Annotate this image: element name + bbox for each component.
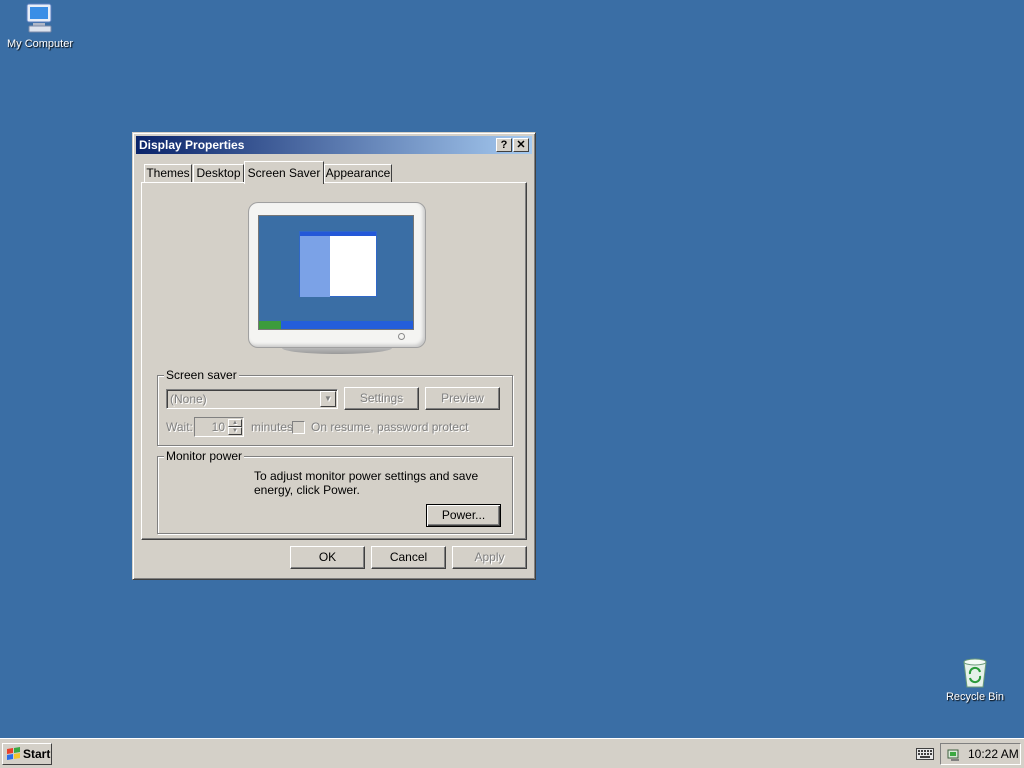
chevron-down-icon[interactable]: ▼ bbox=[320, 391, 336, 407]
preview-taskbar bbox=[259, 321, 413, 329]
group-label: Monitor power bbox=[164, 449, 245, 463]
start-label: Start bbox=[23, 747, 51, 761]
help-button[interactable]: ? bbox=[496, 138, 512, 152]
system-tray: 10:22 AM bbox=[940, 743, 1021, 765]
window-title: Display Properties bbox=[139, 138, 245, 152]
wait-minutes-stepper[interactable]: 10 ▲ ▼ bbox=[194, 417, 244, 437]
password-protect-label: On resume, password protect bbox=[311, 420, 469, 434]
display-properties-window: Display Properties ? ✕ Themes Desktop Sc… bbox=[132, 132, 536, 580]
wait-label: Wait: bbox=[166, 420, 193, 434]
my-computer-icon bbox=[26, 3, 52, 33]
preview-screen bbox=[258, 215, 414, 330]
tab-appearance[interactable]: Appearance bbox=[324, 164, 392, 183]
desktop-icon-label: Recycle Bin bbox=[945, 691, 1005, 703]
windows-logo-icon bbox=[7, 747, 20, 760]
close-button[interactable]: ✕ bbox=[513, 138, 529, 152]
spin-up-icon[interactable]: ▲ bbox=[228, 419, 242, 427]
selected-value: (None) bbox=[170, 392, 207, 406]
taskbar: Start 10:22 AM bbox=[0, 738, 1024, 768]
title-bar[interactable]: Display Properties ? ✕ bbox=[136, 136, 532, 154]
start-button[interactable]: Start bbox=[2, 743, 52, 765]
spin-down-icon[interactable]: ▼ bbox=[228, 427, 242, 435]
desktop-icon-recycle-bin[interactable]: Recycle Bin bbox=[935, 657, 1015, 703]
settings-button[interactable]: Settings bbox=[344, 387, 419, 410]
desktop-icon-my-computer[interactable]: My Computer bbox=[0, 2, 80, 50]
desktop-icon-label: My Computer bbox=[6, 38, 74, 50]
minutes-label: minutes bbox=[251, 420, 294, 434]
tab-screen-saver[interactable]: Screen Saver bbox=[244, 161, 324, 184]
screen-saver-group: Screen saver (None) ▼ Settings Preview W… bbox=[157, 368, 513, 446]
preview-mini-window bbox=[299, 231, 377, 297]
keyboard-icon[interactable] bbox=[916, 748, 934, 760]
cancel-button[interactable]: Cancel bbox=[371, 546, 446, 569]
clock[interactable]: 10:22 AM bbox=[968, 747, 1019, 761]
preview-start-button bbox=[259, 321, 281, 329]
network-icon[interactable] bbox=[946, 747, 962, 763]
monitor-power-group: Monitor power To adjust monitor power se… bbox=[157, 449, 513, 534]
group-label: Screen saver bbox=[164, 368, 239, 382]
monitor-preview bbox=[248, 202, 426, 348]
screen-saver-dropdown[interactable]: (None) ▼ bbox=[166, 389, 338, 409]
monitor-power-led bbox=[398, 333, 405, 340]
apply-button[interactable]: Apply bbox=[452, 546, 527, 569]
recycle-bin-icon bbox=[963, 658, 987, 688]
wait-value: 10 bbox=[211, 420, 225, 434]
preview-button[interactable]: Preview bbox=[425, 387, 500, 410]
monitor-power-description: To adjust monitor power settings and sav… bbox=[254, 469, 479, 497]
power-button[interactable]: Power... bbox=[426, 504, 501, 527]
tab-themes[interactable]: Themes bbox=[144, 164, 192, 183]
tab-desktop[interactable]: Desktop bbox=[193, 164, 244, 183]
screen-saver-panel: Screen saver (None) ▼ Settings Preview W… bbox=[141, 182, 527, 540]
ok-button[interactable]: OK bbox=[290, 546, 365, 569]
password-protect-checkbox[interactable] bbox=[292, 421, 305, 434]
